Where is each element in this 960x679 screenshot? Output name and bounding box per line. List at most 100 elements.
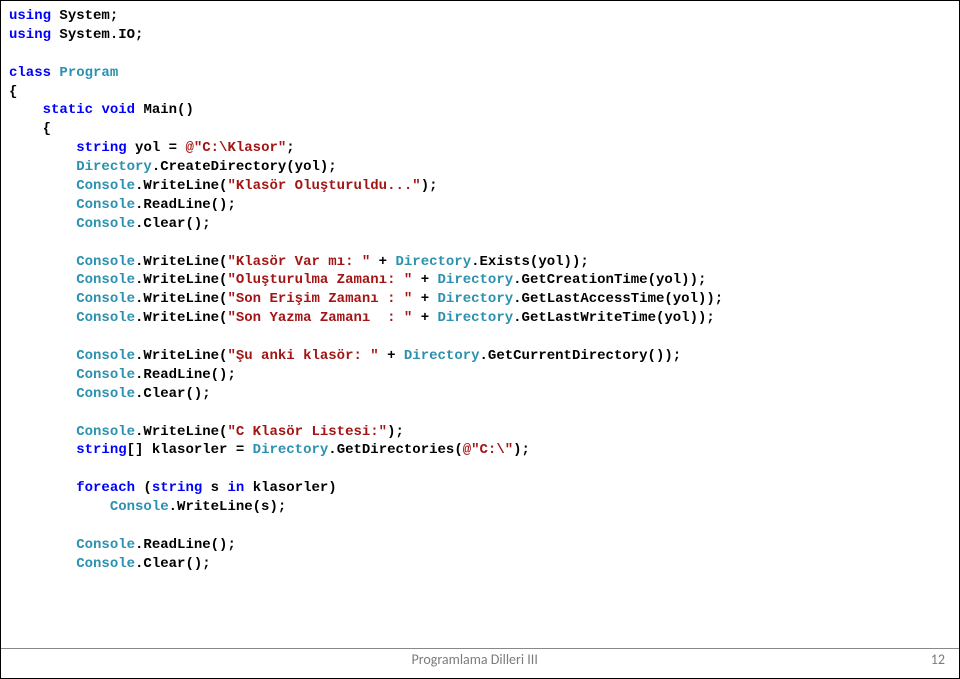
indent [9, 291, 76, 307]
indent [9, 499, 110, 515]
code-text: + [412, 272, 437, 288]
code-text: s [202, 480, 227, 496]
code-text: .WriteLine( [135, 178, 227, 194]
type-console: Console [76, 291, 135, 307]
code-text: .Clear(); [135, 216, 211, 232]
indent [9, 216, 76, 232]
indent [9, 386, 76, 402]
kw-using: using [9, 27, 51, 43]
brace-open: { [9, 121, 51, 137]
code-text: ); [387, 424, 404, 440]
indent [9, 254, 76, 270]
code-text: .GetCreationTime(yol)); [513, 272, 706, 288]
code-text: [] klasorler = [127, 442, 253, 458]
type-console: Console [110, 499, 169, 515]
code-text: .CreateDirectory(yol); [152, 159, 337, 175]
type-console: Console [76, 386, 135, 402]
indent [9, 140, 76, 156]
code-text: Main() [135, 102, 194, 118]
code-text: .WriteLine( [135, 254, 227, 270]
string-literal: "Klasör Var mı: " [227, 254, 370, 270]
string-literal: "Son Erişim Zamanı : " [227, 291, 412, 307]
brace-open: { [9, 84, 17, 100]
string-literal: "Son Yazma Zamanı : " [227, 310, 412, 326]
type-directory: Directory [76, 159, 152, 175]
page-footer: . Programlama Dilleri III 12 [1, 648, 959, 672]
code-text: .ReadLine(); [135, 367, 236, 383]
type-console: Console [76, 348, 135, 364]
type-console: Console [76, 197, 135, 213]
page-number: 12 [931, 651, 945, 670]
type-console: Console [76, 272, 135, 288]
code-text: .WriteLine( [135, 291, 227, 307]
code-text: + [379, 348, 404, 364]
string-literal: @"C:\Klasor" [185, 140, 286, 156]
type-program: Program [59, 65, 118, 81]
kw-void: void [101, 102, 135, 118]
type-console: Console [76, 216, 135, 232]
type-console: Console [76, 178, 135, 194]
kw-static: static [43, 102, 93, 118]
type-directory: Directory [438, 291, 514, 307]
indent [9, 178, 76, 194]
code-text: .WriteLine(s); [169, 499, 287, 515]
kw-class: class [9, 65, 51, 81]
code-text: .GetLastWriteTime(yol)); [513, 310, 715, 326]
code-text: yol = [127, 140, 186, 156]
indent [9, 537, 76, 553]
indent [9, 424, 76, 440]
kw-string: string [76, 140, 126, 156]
code-text: ; [286, 140, 294, 156]
indent [9, 480, 76, 496]
code-text: .Clear(); [135, 556, 211, 572]
code-text: klasorler) [244, 480, 336, 496]
indent [9, 556, 76, 572]
footer-title: Programlama Dilleri III [19, 651, 931, 670]
string-literal: "Oluşturulma Zamanı: " [227, 272, 412, 288]
kw-string: string [152, 480, 202, 496]
type-console: Console [76, 556, 135, 572]
code-text: .Clear(); [135, 386, 211, 402]
indent [9, 442, 76, 458]
kw-in: in [227, 480, 244, 496]
string-literal: "Klasör Oluşturuldu..." [227, 178, 420, 194]
code-text: + [412, 310, 437, 326]
code-text: ( [135, 480, 152, 496]
type-directory: Directory [438, 310, 514, 326]
indent [9, 159, 76, 175]
type-directory: Directory [396, 254, 472, 270]
code-text: .ReadLine(); [135, 537, 236, 553]
type-directory: Directory [404, 348, 480, 364]
code-block: using System; using System.IO; class Pro… [1, 1, 959, 574]
code-text: .WriteLine( [135, 424, 227, 440]
indent [9, 310, 76, 326]
code-text: + [370, 254, 395, 270]
code-text: .WriteLine( [135, 348, 227, 364]
code-text: System; [51, 8, 118, 24]
indent [9, 367, 76, 383]
code-text: .GetLastAccessTime(yol)); [513, 291, 723, 307]
indent [9, 348, 76, 364]
code-text: .ReadLine(); [135, 197, 236, 213]
code-text: .WriteLine( [135, 310, 227, 326]
type-directory: Directory [253, 442, 329, 458]
string-literal: "Şu anki klasör: " [227, 348, 378, 364]
document-page: { "code": { "l1a": "using", "l1b": " Sys… [0, 0, 960, 679]
code-text: System.IO; [51, 27, 143, 43]
code-text: + [412, 291, 437, 307]
kw-using: using [9, 8, 51, 24]
code-text: ); [421, 178, 438, 194]
indent [9, 102, 43, 118]
code-text: .WriteLine( [135, 272, 227, 288]
type-console: Console [76, 310, 135, 326]
string-literal: @"C:\" [463, 442, 513, 458]
indent [9, 197, 76, 213]
code-text: ); [513, 442, 530, 458]
type-console: Console [76, 424, 135, 440]
type-console: Console [76, 537, 135, 553]
code-text: .GetDirectories( [328, 442, 462, 458]
code-text: .GetCurrentDirectory()); [480, 348, 682, 364]
type-directory: Directory [438, 272, 514, 288]
type-console: Console [76, 367, 135, 383]
type-console: Console [76, 254, 135, 270]
